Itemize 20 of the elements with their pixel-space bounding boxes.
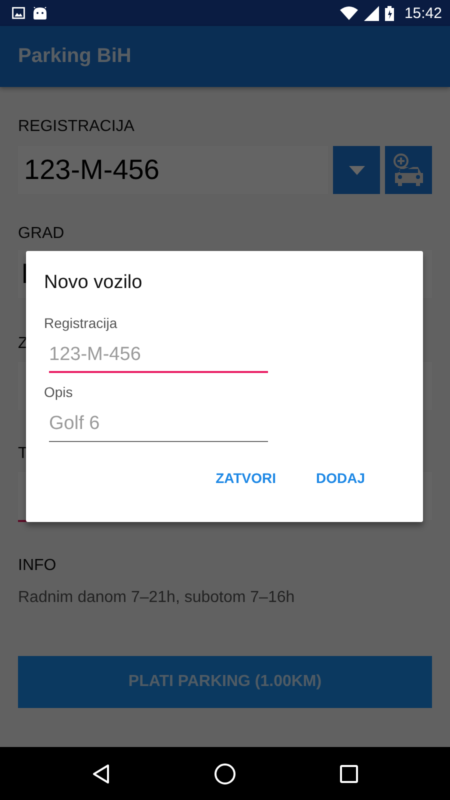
field-label: REGISTRACIJA: [18, 117, 134, 137]
wifi-icon: [340, 6, 358, 20]
dialog-title: Novo vozilo: [44, 271, 142, 295]
home-icon[interactable]: [214, 762, 236, 784]
info-text: Radnim danom 7–21h, subotom 7–16h: [18, 588, 295, 608]
signal-icon: [364, 6, 380, 20]
dialog-button[interactable]: DODAJ: [308, 462, 373, 494]
recents-icon[interactable]: [340, 764, 358, 782]
battery-charging-icon: [385, 6, 394, 20]
field-label: Opis: [44, 384, 73, 400]
section-label: INFO: [18, 556, 56, 576]
back-icon[interactable]: [92, 764, 110, 784]
caret-down-icon: [348, 166, 364, 174]
app-title: Parking BiH: [18, 45, 132, 68]
android-icon: [33, 6, 47, 20]
clock-time: 15:42: [404, 4, 442, 22]
field-label: Registracija: [44, 315, 118, 331]
field-label: GRAD: [18, 224, 64, 244]
dialog-button[interactable]: ZATVORI: [208, 462, 284, 494]
image-icon: [12, 7, 25, 19]
